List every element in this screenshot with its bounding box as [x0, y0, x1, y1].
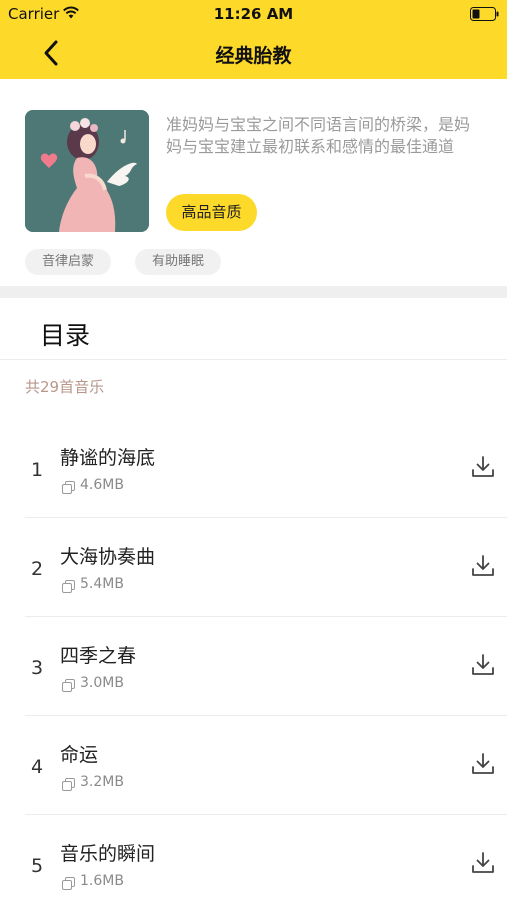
- download-icon[interactable]: [471, 653, 495, 677]
- track-row[interactable]: 1 静谧的海底 4.6MB: [25, 419, 507, 518]
- album-info: 准妈妈与宝宝之间不同语言间的桥梁，是妈妈与宝宝建立最初联系和感情的最佳通道 高品…: [0, 79, 507, 286]
- track-size: 5.4MB: [80, 576, 124, 592]
- track-title: 大海协奏曲: [60, 546, 156, 568]
- section-divider: [0, 286, 507, 298]
- track-size: 4.6MB: [80, 477, 124, 493]
- file-copy-icon: [62, 778, 75, 791]
- track-number: 3: [31, 657, 44, 679]
- file-copy-icon: [62, 580, 75, 593]
- track-title: 命运: [60, 744, 99, 766]
- nav-bar: 经典胎教: [0, 28, 507, 79]
- track-size: 3.0MB: [80, 675, 124, 691]
- track-row[interactable]: 5 音乐的瞬间 1.6MB: [25, 815, 507, 900]
- track-title: 静谧的海底: [60, 447, 156, 469]
- catalog-title: 目录: [40, 321, 91, 350]
- track-row[interactable]: 3 四季之春 3.0MB: [25, 617, 507, 716]
- album-cover-image: [25, 110, 149, 232]
- divider: [0, 359, 507, 360]
- header-bar: Carrier 11:26 AM 经典胎教: [0, 0, 507, 79]
- download-icon[interactable]: [471, 752, 495, 776]
- status-time: 11:26 AM: [213, 5, 294, 23]
- page-title: 经典胎教: [215, 45, 292, 67]
- tag-rhythm: 音律启蒙: [25, 249, 111, 275]
- track-number: 4: [31, 756, 44, 778]
- track-number: 1: [31, 459, 44, 481]
- track-number: 2: [31, 558, 44, 580]
- track-row[interactable]: 2 大海协奏曲 5.4MB: [25, 518, 507, 617]
- file-copy-icon: [62, 481, 75, 494]
- download-icon[interactable]: [471, 554, 495, 578]
- status-bar: Carrier 11:26 AM: [0, 0, 507, 28]
- track-title: 四季之春: [60, 645, 137, 667]
- track-number: 5: [31, 855, 44, 877]
- download-icon[interactable]: [471, 851, 495, 875]
- tag-sleep: 有助睡眠: [135, 249, 221, 275]
- quality-button[interactable]: 高品音质: [166, 194, 257, 231]
- track-title: 音乐的瞬间: [60, 843, 156, 865]
- battery-icon: [470, 7, 499, 21]
- album-description: 准妈妈与宝宝之间不同语言间的桥梁，是妈妈与宝宝建立最初联系和感情的最佳通道: [166, 115, 471, 156]
- file-copy-icon: [62, 679, 75, 692]
- download-icon[interactable]: [471, 455, 495, 479]
- file-copy-icon: [62, 877, 75, 890]
- track-count: 共29首音乐: [25, 378, 105, 396]
- track-size: 3.2MB: [80, 774, 124, 790]
- track-size: 1.6MB: [80, 873, 124, 889]
- track-row[interactable]: 4 命运 3.2MB: [25, 716, 507, 815]
